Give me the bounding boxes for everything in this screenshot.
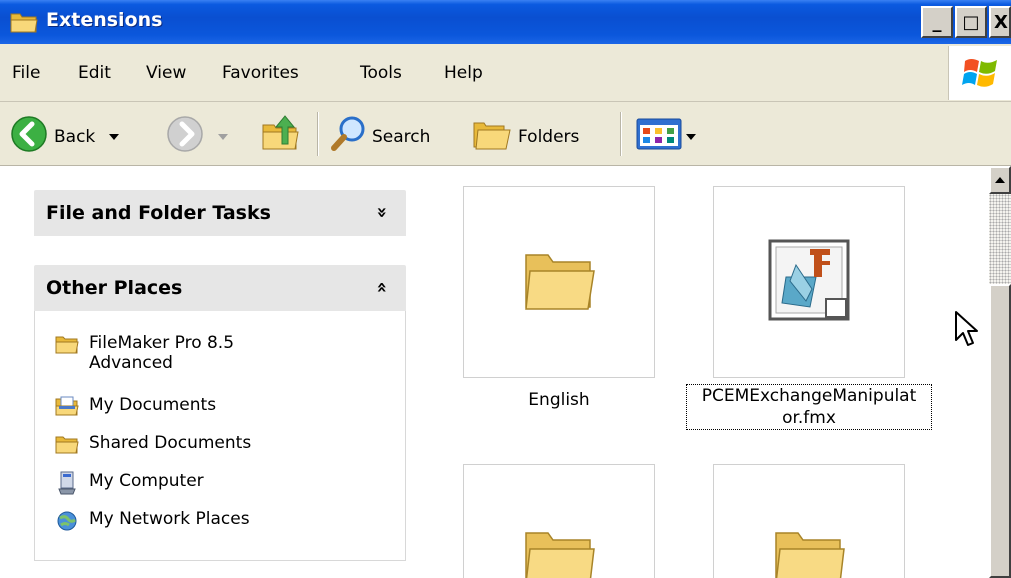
file-label-line: or.fmx <box>782 408 836 428</box>
folder-icon <box>55 333 79 357</box>
title-bar[interactable]: Extensions _ □ X <box>0 0 1011 44</box>
file-tile-folder[interactable] <box>463 464 655 578</box>
folder-icon <box>522 523 596 578</box>
place-filemaker[interactable]: FileMaker Pro 8.5 Advanced <box>55 333 234 373</box>
views-icon <box>636 118 682 155</box>
menu-help[interactable]: Help <box>444 63 483 83</box>
close-icon: X <box>994 11 1008 33</box>
place-shared-documents[interactable]: Shared Documents <box>55 433 251 457</box>
place-label: Advanced <box>89 353 173 373</box>
file-tile-folder[interactable] <box>713 464 905 578</box>
task-pane: File and Folder Tasks » Other Places « F… <box>0 166 430 578</box>
toolbar-separator <box>620 112 622 156</box>
mouse-pointer-icon <box>954 310 980 353</box>
other-places-list: FileMaker Pro 8.5 Advanced My Documents <box>34 311 406 561</box>
place-label: Shared Documents <box>89 433 252 453</box>
place-my-documents[interactable]: My Documents <box>55 395 216 419</box>
scroll-track[interactable] <box>989 194 1011 284</box>
file-label-fmx[interactable]: PCEMExchangeManipulat or.fmx <box>686 384 932 430</box>
scroll-up-button[interactable] <box>989 166 1011 194</box>
my-computer-icon <box>55 471 79 495</box>
menu-file[interactable]: File <box>12 63 40 83</box>
folders-label: Folders <box>518 126 580 147</box>
other-places-header[interactable]: Other Places « <box>34 265 406 311</box>
file-tile-english[interactable] <box>463 186 655 378</box>
place-label: My Computer <box>89 471 204 491</box>
menu-edit[interactable]: Edit <box>78 63 111 83</box>
forward-arrow-icon <box>166 115 204 158</box>
vertical-scrollbar[interactable] <box>989 166 1011 578</box>
windows-logo <box>948 46 1011 100</box>
window-title: Extensions <box>46 9 163 31</box>
file-label-line: PCEMExchangeManipulat <box>701 386 917 406</box>
toolbar: Back Search Folders <box>0 102 1011 166</box>
back-arrow-icon <box>10 115 48 158</box>
search-icon <box>330 115 368 158</box>
folder-icon <box>10 10 38 39</box>
folders-icon <box>472 115 512 158</box>
search-label: Search <box>372 126 431 147</box>
place-my-network-places[interactable]: My Network Places <box>55 509 250 533</box>
folders-button[interactable]: Folders <box>472 115 579 158</box>
place-label: My Documents <box>89 395 217 415</box>
other-places-title: Other Places <box>46 277 183 299</box>
menu-favorites[interactable]: Favorites <box>222 63 299 83</box>
back-label: Back <box>54 126 96 147</box>
menu-view[interactable]: View <box>146 63 186 83</box>
maximize-icon: □ <box>962 11 980 33</box>
collapse-chevron-icon[interactable]: « <box>372 282 393 294</box>
scroll-thumb[interactable] <box>989 284 1011 578</box>
up-folder-icon <box>260 113 300 158</box>
network-places-icon <box>55 509 79 533</box>
up-folder-button[interactable] <box>260 113 300 158</box>
folder-icon <box>522 245 596 320</box>
expand-chevron-icon[interactable]: » <box>372 207 393 219</box>
place-label: My Network Places <box>89 509 250 529</box>
back-button[interactable]: Back <box>10 115 120 158</box>
up-arrow-icon <box>995 177 1005 183</box>
file-folder-tasks-header[interactable]: File and Folder Tasks » <box>34 190 406 236</box>
views-dropdown-icon[interactable] <box>686 133 696 140</box>
my-documents-icon <box>55 395 79 419</box>
toolbar-separator <box>317 112 319 156</box>
back-dropdown-icon[interactable] <box>109 133 120 140</box>
maximize-button[interactable]: □ <box>955 6 987 38</box>
folder-icon <box>55 433 79 457</box>
views-button[interactable] <box>636 118 696 155</box>
file-label-english[interactable]: English <box>463 389 655 411</box>
file-tile-fmx[interactable] <box>713 186 905 378</box>
search-button[interactable]: Search <box>330 115 430 158</box>
close-button[interactable]: X <box>989 6 1011 38</box>
minimize-button[interactable]: _ <box>921 6 953 38</box>
menu-tools[interactable]: Tools <box>360 63 402 83</box>
minimize-icon: _ <box>932 11 942 33</box>
content-area: File and Folder Tasks » Other Places « F… <box>0 166 1011 578</box>
folder-icon <box>772 523 846 578</box>
place-label: FileMaker Pro 8.5 <box>89 333 235 353</box>
menu-bar: File Edit View Favorites Tools Help <box>0 44 1011 102</box>
forward-button[interactable] <box>166 115 228 158</box>
place-my-computer[interactable]: My Computer <box>55 471 204 495</box>
file-folder-tasks-title: File and Folder Tasks <box>46 202 271 224</box>
plugin-file-icon <box>766 237 852 328</box>
forward-dropdown-icon[interactable] <box>218 133 228 140</box>
